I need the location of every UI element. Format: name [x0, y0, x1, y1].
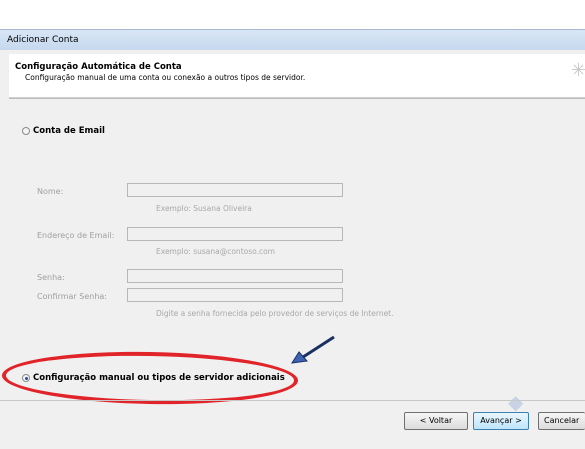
footer-divider	[0, 400, 585, 401]
header-subtitle: Configuração manual de uma conta ou cone…	[25, 73, 306, 82]
title-bar: Adicionar Conta	[0, 30, 585, 50]
back-button[interactable]: < Voltar	[404, 412, 468, 430]
manual-config-label[interactable]: Configuração manual ou tipos de servidor…	[33, 373, 285, 383]
password-input[interactable]	[127, 269, 343, 283]
email-account-radio[interactable]	[22, 127, 30, 135]
header-divider	[9, 98, 585, 99]
header-panel: Configuração Automática de Conta Configu…	[9, 54, 585, 98]
password-hint: Digite a senha fornecida pelo provedor d…	[156, 309, 394, 318]
arrow-icon	[291, 335, 335, 364]
cancel-button[interactable]: Cancelar	[538, 412, 585, 430]
header-title: Configuração Automática de Conta	[15, 62, 182, 72]
name-hint: Exemplo: Susana Oliveira	[156, 204, 252, 213]
watermark-icon: ◆	[508, 390, 524, 414]
email-input[interactable]	[127, 227, 343, 241]
confirm-password-input[interactable]	[127, 288, 343, 302]
sparkle-icon: ✳	[571, 60, 585, 81]
name-input[interactable]	[127, 183, 343, 197]
email-hint: Exemplo: susana@contoso.com	[156, 247, 275, 256]
next-button[interactable]: Avançar >	[473, 412, 529, 430]
password-label: Senha:	[37, 273, 65, 282]
confirm-password-label: Confirmar Senha:	[37, 292, 108, 301]
email-account-label[interactable]: Conta de Email	[33, 126, 105, 136]
email-label: Endereço de Email:	[37, 231, 115, 240]
window-title: Adicionar Conta	[7, 35, 79, 45]
name-label: Nome:	[37, 187, 64, 196]
manual-config-radio[interactable]	[22, 374, 30, 382]
